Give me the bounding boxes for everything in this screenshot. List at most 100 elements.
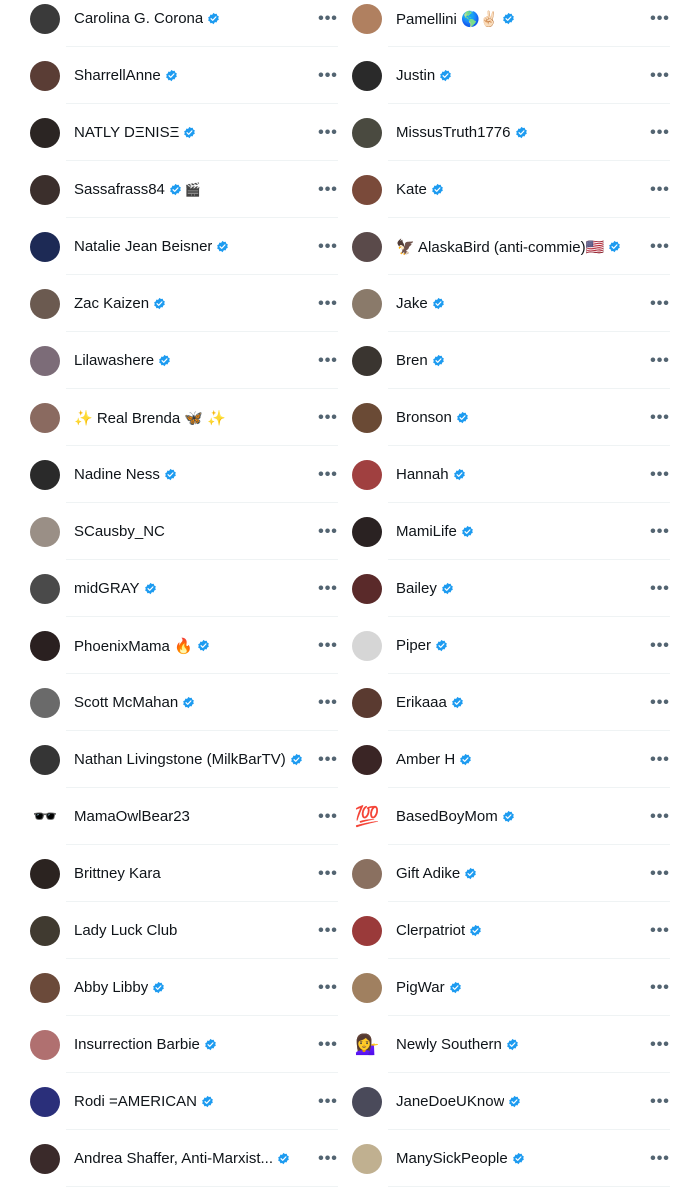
avatar[interactable]: [352, 288, 382, 319]
more-options-icon[interactable]: •••: [318, 1150, 338, 1167]
avatar[interactable]: [352, 1143, 382, 1174]
more-options-icon[interactable]: •••: [318, 466, 338, 483]
avatar[interactable]: [352, 117, 382, 148]
avatar[interactable]: [352, 573, 382, 604]
avatar[interactable]: [352, 744, 382, 775]
account-name[interactable]: SharrellAnne: [74, 67, 161, 84]
avatar[interactable]: [30, 915, 60, 946]
more-options-icon[interactable]: •••: [650, 523, 670, 540]
account-name[interactable]: Bren: [396, 352, 428, 369]
avatar[interactable]: [30, 573, 60, 604]
account-name[interactable]: Insurrection Barbie: [74, 1036, 200, 1053]
account-row[interactable]: PhoenixMama 🔥 •••: [18, 617, 338, 674]
avatar[interactable]: [30, 459, 60, 490]
account-name[interactable]: Abby Libby: [74, 979, 148, 996]
account-row[interactable]: Pamellini 🌎✌🏻 •••: [340, 0, 670, 47]
account-name[interactable]: Gift Adike: [396, 865, 460, 882]
avatar[interactable]: [352, 915, 382, 946]
account-name[interactable]: MamiLife: [396, 523, 457, 540]
avatar[interactable]: [30, 630, 60, 661]
more-options-icon[interactable]: •••: [318, 751, 338, 768]
account-name[interactable]: Natalie Jean Beisner: [74, 238, 212, 255]
avatar[interactable]: 🕶️: [30, 802, 60, 832]
avatar[interactable]: [352, 345, 382, 376]
avatar[interactable]: [352, 858, 382, 889]
account-name[interactable]: Piper: [396, 637, 431, 654]
more-options-icon[interactable]: •••: [650, 580, 670, 597]
more-options-icon[interactable]: •••: [650, 922, 670, 939]
more-options-icon[interactable]: •••: [318, 979, 338, 996]
account-row[interactable]: Justin •••: [340, 47, 670, 104]
account-row[interactable]: SCausby_NC •••: [18, 503, 338, 560]
account-name[interactable]: Pamellini 🌎✌🏻: [396, 10, 498, 28]
account-name[interactable]: PigWar: [396, 979, 445, 996]
account-name[interactable]: Newly Southern: [396, 1036, 502, 1053]
account-row[interactable]: JaneDoeUKnow •••: [340, 1073, 670, 1130]
account-row[interactable]: Erikaaa •••: [340, 674, 670, 731]
avatar[interactable]: [352, 3, 382, 34]
more-options-icon[interactable]: •••: [650, 295, 670, 312]
account-row[interactable]: Sassafrass84 🎬 •••: [18, 161, 338, 218]
account-row[interactable]: Clerpatriot •••: [340, 902, 670, 959]
account-name[interactable]: Zac Kaizen: [74, 295, 149, 312]
account-name[interactable]: Nathan Livingstone (MilkBarTV): [74, 751, 286, 768]
account-row[interactable]: Rodi =AMERICAN •••: [18, 1073, 338, 1130]
account-name[interactable]: MissusTruth1776: [396, 124, 511, 141]
account-row[interactable]: 🦅 AlaskaBird (anti-commie)🇺🇸 •••: [340, 218, 670, 275]
account-name[interactable]: Erikaaa: [396, 694, 447, 711]
avatar[interactable]: [352, 174, 382, 205]
more-options-icon[interactable]: •••: [318, 694, 338, 711]
account-row[interactable]: Lady Luck Club •••: [18, 902, 338, 959]
account-name[interactable]: Nadine Ness: [74, 466, 160, 483]
account-row[interactable]: Carolina G. Corona •••: [18, 0, 338, 47]
account-row[interactable]: 💁‍♀️ Newly Southern •••: [340, 1016, 670, 1073]
account-name[interactable]: Sassafrass84: [74, 181, 165, 198]
more-options-icon[interactable]: •••: [318, 409, 338, 426]
account-row[interactable]: PigWar •••: [340, 959, 670, 1016]
more-options-icon[interactable]: •••: [318, 67, 338, 84]
account-name[interactable]: JaneDoeUKnow: [396, 1093, 504, 1110]
account-name[interactable]: 🦅 AlaskaBird (anti-commie)🇺🇸: [396, 238, 604, 256]
more-options-icon[interactable]: •••: [650, 751, 670, 768]
account-row[interactable]: SharrellAnne •••: [18, 47, 338, 104]
more-options-icon[interactable]: •••: [650, 808, 670, 825]
account-row[interactable]: NATLY DΞNISΞ •••: [18, 104, 338, 161]
avatar[interactable]: [352, 972, 382, 1003]
more-options-icon[interactable]: •••: [318, 637, 338, 654]
account-name[interactable]: Carolina G. Corona: [74, 10, 203, 27]
account-row[interactable]: ManySickPeople •••: [340, 1130, 670, 1187]
more-options-icon[interactable]: •••: [318, 352, 338, 369]
avatar[interactable]: [30, 1029, 60, 1060]
more-options-icon[interactable]: •••: [318, 295, 338, 312]
avatar[interactable]: [30, 231, 60, 262]
avatar[interactable]: [352, 1086, 382, 1117]
avatar[interactable]: [30, 345, 60, 376]
account-name[interactable]: midGRAY: [74, 580, 140, 597]
more-options-icon[interactable]: •••: [318, 865, 338, 882]
avatar[interactable]: [30, 60, 60, 91]
account-name[interactable]: Amber H: [396, 751, 455, 768]
avatar[interactable]: [30, 174, 60, 205]
account-row[interactable]: Kate •••: [340, 161, 670, 218]
avatar[interactable]: [30, 3, 60, 34]
account-row[interactable]: Insurrection Barbie •••: [18, 1016, 338, 1073]
account-name[interactable]: ✨ Real Brenda 🦋 ✨: [74, 409, 226, 427]
account-name[interactable]: Hannah: [396, 466, 449, 483]
avatar[interactable]: [30, 744, 60, 775]
more-options-icon[interactable]: •••: [650, 694, 670, 711]
account-row[interactable]: MamiLife •••: [340, 503, 670, 560]
avatar[interactable]: [30, 1086, 60, 1117]
avatar[interactable]: [30, 1143, 60, 1174]
more-options-icon[interactable]: •••: [650, 10, 670, 27]
account-row[interactable]: Brittney Kara •••: [18, 845, 338, 902]
more-options-icon[interactable]: •••: [318, 124, 338, 141]
more-options-icon[interactable]: •••: [650, 238, 670, 255]
account-row[interactable]: Natalie Jean Beisner •••: [18, 218, 338, 275]
avatar[interactable]: [30, 972, 60, 1003]
more-options-icon[interactable]: •••: [318, 1036, 338, 1053]
more-options-icon[interactable]: •••: [650, 466, 670, 483]
account-row[interactable]: 💯 BasedBoyMom •••: [340, 788, 670, 845]
account-row[interactable]: Andrea Shaffer, Anti-Marxist... •••: [18, 1130, 338, 1187]
avatar[interactable]: [352, 231, 382, 262]
account-row[interactable]: Nathan Livingstone (MilkBarTV) •••: [18, 731, 338, 788]
